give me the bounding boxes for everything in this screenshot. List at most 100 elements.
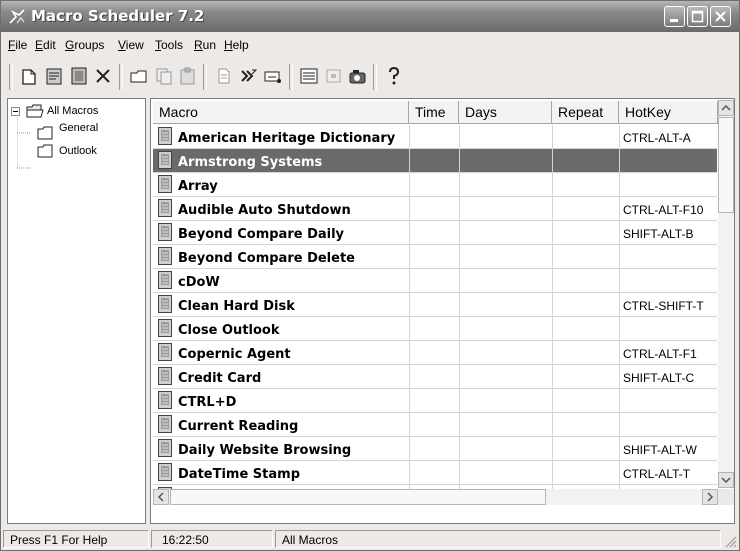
menu-bar: File Edit Groups View Tools Run Help — [1, 34, 739, 56]
macro-row[interactable]: Array — [153, 173, 717, 197]
status-help-text: Press F1 For Help — [3, 530, 149, 548]
column-header-repeat[interactable]: Repeat — [552, 101, 619, 124]
app-icon — [9, 9, 25, 24]
record-button[interactable] — [239, 66, 259, 86]
help-button[interactable] — [384, 66, 404, 86]
scroll-right-button[interactable] — [702, 489, 718, 505]
vertical-scroll-thumb[interactable] — [718, 117, 734, 213]
column-divider — [552, 245, 553, 269]
macro-file-icon — [158, 127, 172, 145]
open-folder-button[interactable] — [129, 66, 149, 86]
scroll-left-button[interactable] — [153, 489, 169, 505]
chevron-up-icon — [721, 104, 731, 111]
macro-row[interactable]: cDoW — [153, 269, 717, 293]
menu-run[interactable]: Run — [194, 38, 216, 52]
macro-name: Armstrong Systems — [178, 155, 323, 170]
macro-row[interactable]: Beyond Compare Daily SHIFT-ALT-B — [153, 221, 717, 245]
toolbar-separator — [203, 64, 207, 90]
size-grip-icon[interactable] — [723, 534, 737, 548]
column-divider — [619, 173, 620, 197]
macro-hotkey: CTRL-SHIFT-T — [623, 299, 704, 313]
copy-button[interactable] — [154, 66, 174, 86]
menu-edit[interactable]: Edit — [35, 38, 56, 52]
column-divider — [552, 173, 553, 197]
menu-tools[interactable]: Tools — [155, 38, 183, 52]
column-divider — [552, 149, 553, 173]
macro-hotkey: CTRL-ALT-F10 — [623, 203, 704, 217]
new-macro-icon — [22, 69, 36, 85]
tree-item-general[interactable]: General — [59, 122, 98, 134]
title-bar[interactable]: Macro Scheduler 7.2 — [1, 1, 739, 32]
collapse-icon[interactable] — [11, 107, 21, 117]
horizontal-scrollbar[interactable] — [153, 489, 718, 505]
macro-name: Current Reading — [178, 419, 299, 434]
macro-row[interactable]: Daily Website Browsing SHIFT-ALT-W — [153, 437, 717, 461]
column-divider — [459, 413, 460, 437]
macro-row[interactable]: Beyond Compare Delete — [153, 245, 717, 269]
menu-view[interactable]: View — [118, 38, 144, 52]
tree-item-outlook[interactable]: Outlook — [59, 145, 97, 157]
editor-button[interactable] — [299, 66, 319, 86]
macro-row[interactable]: CTRL+D — [153, 389, 717, 413]
paste-button[interactable] — [178, 66, 198, 86]
column-header-macro[interactable]: Macro — [153, 101, 409, 124]
scheduler-icon — [349, 70, 366, 84]
scroll-down-button[interactable] — [718, 472, 734, 488]
document-icon — [218, 68, 230, 84]
column-header-hotkey[interactable]: HotKey — [619, 101, 718, 124]
macro-row[interactable]: American Heritage Dictionary CTRL-ALT-A — [153, 125, 717, 149]
column-divider — [459, 197, 460, 221]
macro-file-icon — [158, 391, 172, 409]
delete-button[interactable] — [93, 66, 113, 86]
macro-row[interactable]: DateTime Stamp CTRL-ALT-T — [153, 461, 717, 485]
macro-row[interactable]: Copernic Agent CTRL-ALT-F1 — [153, 341, 717, 365]
macro-hotkey: SHIFT-ALT-C — [623, 371, 695, 385]
macro-row[interactable]: Close Outlook — [153, 317, 717, 341]
macro-button[interactable] — [69, 66, 89, 86]
macro-file-icon — [158, 175, 172, 193]
group-tree[interactable]: All Macros General Outlook — [7, 98, 146, 524]
run-icon — [264, 71, 281, 83]
column-header-days[interactable]: Days — [459, 101, 552, 124]
maximize-button[interactable] — [687, 6, 708, 27]
column-header-time[interactable]: Time — [409, 101, 459, 124]
macro-row[interactable]: Clean Hard Disk CTRL-SHIFT-T — [153, 293, 717, 317]
column-divider — [459, 365, 460, 389]
macro-file-icon — [158, 151, 172, 169]
macro-list[interactable]: Macro Time Days Repeat HotKey American H… — [150, 98, 735, 524]
column-divider — [619, 317, 620, 341]
document-button[interactable] — [214, 66, 234, 86]
menu-file[interactable]: File — [8, 38, 27, 52]
scroll-up-button[interactable] — [718, 100, 734, 116]
macro-row[interactable]: Audible Auto Shutdown CTRL-ALT-F10 — [153, 197, 717, 221]
column-divider — [409, 125, 410, 149]
macro-row[interactable]: Armstrong Systems — [153, 149, 717, 173]
column-divider — [552, 293, 553, 317]
column-divider — [409, 365, 410, 389]
vertical-scrollbar[interactable] — [718, 100, 734, 488]
column-divider — [552, 437, 553, 461]
tree-item-all-macros[interactable]: All Macros — [47, 105, 98, 117]
macro-name: DateTime Stamp — [178, 467, 301, 482]
column-divider — [459, 173, 460, 197]
stop-button[interactable] — [324, 66, 344, 86]
macro-name: American Heritage Dictionary — [178, 131, 396, 146]
column-divider — [459, 125, 460, 149]
macro-file-icon — [158, 271, 172, 289]
macro-row[interactable]: Current Reading — [153, 413, 717, 437]
menu-help[interactable]: Help — [224, 38, 249, 52]
menu-groups[interactable]: Groups — [65, 38, 104, 52]
run-button[interactable] — [263, 66, 283, 86]
scheduler-button[interactable] — [348, 66, 368, 86]
properties-icon — [46, 68, 62, 85]
close-button[interactable] — [710, 6, 731, 27]
macro-row[interactable]: Credit Card SHIFT-ALT-C — [153, 365, 717, 389]
macro-file-icon — [158, 415, 172, 433]
new-macro-button[interactable] — [19, 66, 39, 86]
column-divider — [552, 269, 553, 293]
column-divider — [409, 413, 410, 437]
folder-icon — [37, 126, 53, 140]
minimize-button[interactable] — [664, 6, 685, 27]
horizontal-scroll-thumb[interactable] — [170, 489, 546, 505]
properties-button[interactable] — [44, 66, 64, 86]
